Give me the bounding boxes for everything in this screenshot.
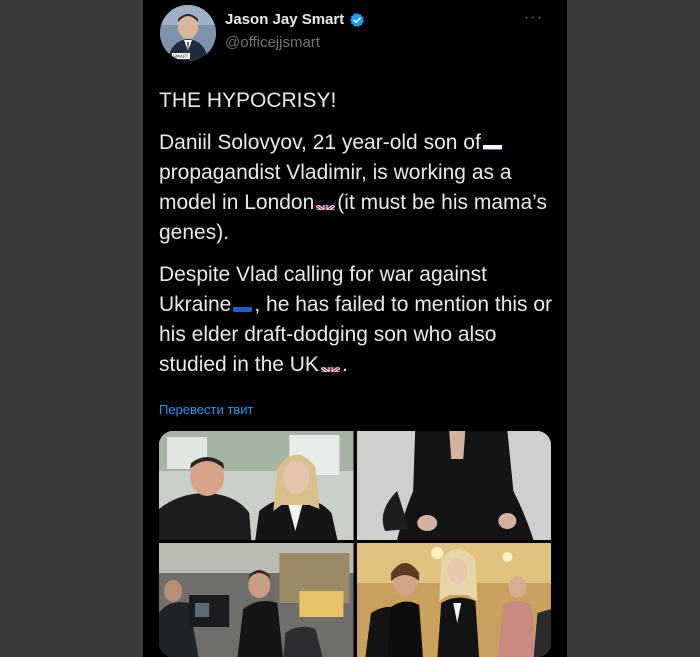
tweet-text-segment: Daniil Solovyov, 21 year-old son of xyxy=(159,131,481,154)
media-photo-1[interactable] xyxy=(159,431,354,540)
author-avatar[interactable]: SMART xyxy=(160,5,216,61)
media-photo-3[interactable] xyxy=(159,543,354,657)
uk-flag-icon xyxy=(320,359,340,372)
tweet-paragraph-1: THE HYPOCRISY! xyxy=(159,89,337,112)
author-name-row: Jason Jay Smart xyxy=(225,11,365,28)
media-photo-2[interactable] xyxy=(356,431,551,540)
tweet-card: SMART Jason Jay Smart @officejjsmart ···… xyxy=(143,0,567,657)
uk-flag-icon xyxy=(316,197,336,210)
tweet-paragraph-3: Despite Vlad calling for war against Ukr… xyxy=(159,260,554,380)
author-name[interactable]: Jason Jay Smart xyxy=(225,11,344,28)
media-photo-4[interactable] xyxy=(356,543,551,657)
tweet-text-segment: . xyxy=(341,353,348,376)
russia-flag-icon xyxy=(482,137,502,150)
tweet-media-grid xyxy=(159,431,551,657)
ukraine-flag-icon xyxy=(233,299,253,312)
author-handle[interactable]: @officejjsmart xyxy=(225,34,320,51)
tweet-text: THE HYPOCRISY! Daniil Solovyov, 21 year-… xyxy=(159,86,554,392)
tweet-paragraph-2: Daniil Solovyov, 21 year-old son of prop… xyxy=(159,128,554,248)
avatar-caption: SMART xyxy=(173,54,189,60)
more-icon[interactable]: ··· xyxy=(524,9,543,27)
verified-badge-icon xyxy=(350,12,365,27)
translate-tweet-link[interactable]: Перевести твит xyxy=(159,402,253,417)
